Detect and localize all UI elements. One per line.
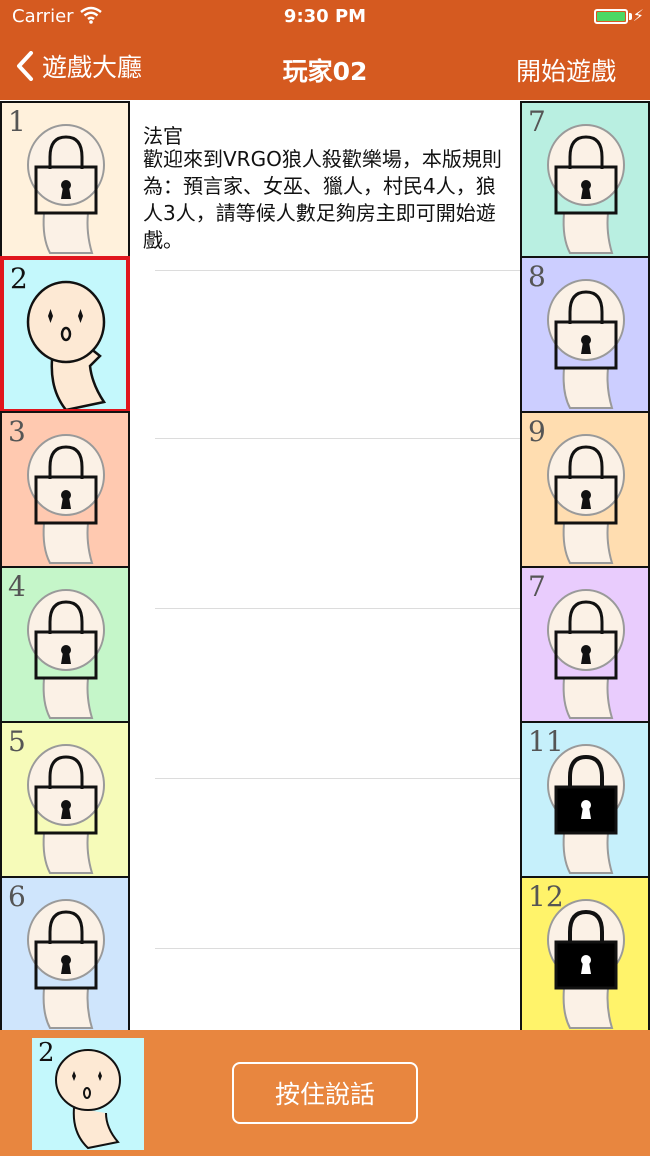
player-seat-10[interactable]: 7	[520, 566, 650, 723]
divider	[155, 608, 520, 609]
player-seat-11[interactable]: 11	[520, 721, 650, 878]
divider	[155, 948, 520, 949]
player-seat-8[interactable]: 8	[520, 256, 650, 413]
seat-number: 12	[528, 880, 564, 913]
clock: 9:30 PM	[283, 6, 367, 27]
status-bar: Carrier 9:30 PM ⚡	[0, 0, 650, 34]
seat-number: 11	[528, 725, 564, 758]
player-seat-9[interactable]: 9	[520, 411, 650, 568]
player-seat-2[interactable]: 2	[0, 256, 130, 413]
player-seat-12[interactable]: 12	[520, 876, 650, 1033]
bottom-bar: 2 按住說話	[0, 1030, 650, 1156]
player-seat-3[interactable]: 3	[0, 411, 130, 568]
player-seat-4[interactable]: 4	[0, 566, 130, 723]
charging-icon: ⚡	[632, 6, 644, 25]
divider	[155, 438, 520, 439]
seat-number: 6	[8, 880, 26, 913]
seat-number: 7	[528, 105, 546, 138]
player-seat-5[interactable]: 5	[0, 721, 130, 878]
start-game-button[interactable]: 開始遊戲	[516, 52, 616, 88]
seat-number: 2	[10, 262, 28, 295]
player-seat-7[interactable]: 7	[520, 101, 650, 258]
message-text: 歡迎來到VRGO狼人殺歡樂場，本版規則為：預言家、女巫、獵人，村民4人，狼人3人…	[143, 147, 502, 252]
seat-number: 1	[8, 105, 26, 138]
message-speaker: 法官	[143, 124, 183, 148]
push-to-talk-button[interactable]: 按住說話	[232, 1062, 418, 1124]
divider	[155, 778, 520, 779]
player-seat-1[interactable]: 1	[0, 101, 130, 258]
seat-number: 8	[528, 260, 546, 293]
nav-bar: 遊戲大廳 玩家02 開始遊戲	[0, 34, 650, 100]
chat-panel[interactable]: 法官 歡迎來到VRGO狼人殺歡樂場，本版規則為：預言家、女巫、獵人，村民4人，狼…	[130, 102, 520, 1030]
seat-number: 9	[528, 415, 546, 448]
seat-number: 5	[8, 725, 26, 758]
player-seat-6[interactable]: 6	[0, 876, 130, 1033]
battery-tip	[629, 13, 632, 20]
avatar-number: 2	[38, 1038, 55, 1068]
seat-number: 4	[8, 570, 26, 603]
my-avatar: 2	[32, 1038, 144, 1150]
seat-number: 3	[8, 415, 26, 448]
seat-number: 7	[528, 570, 546, 603]
divider	[155, 270, 520, 271]
battery-icon	[594, 9, 628, 24]
